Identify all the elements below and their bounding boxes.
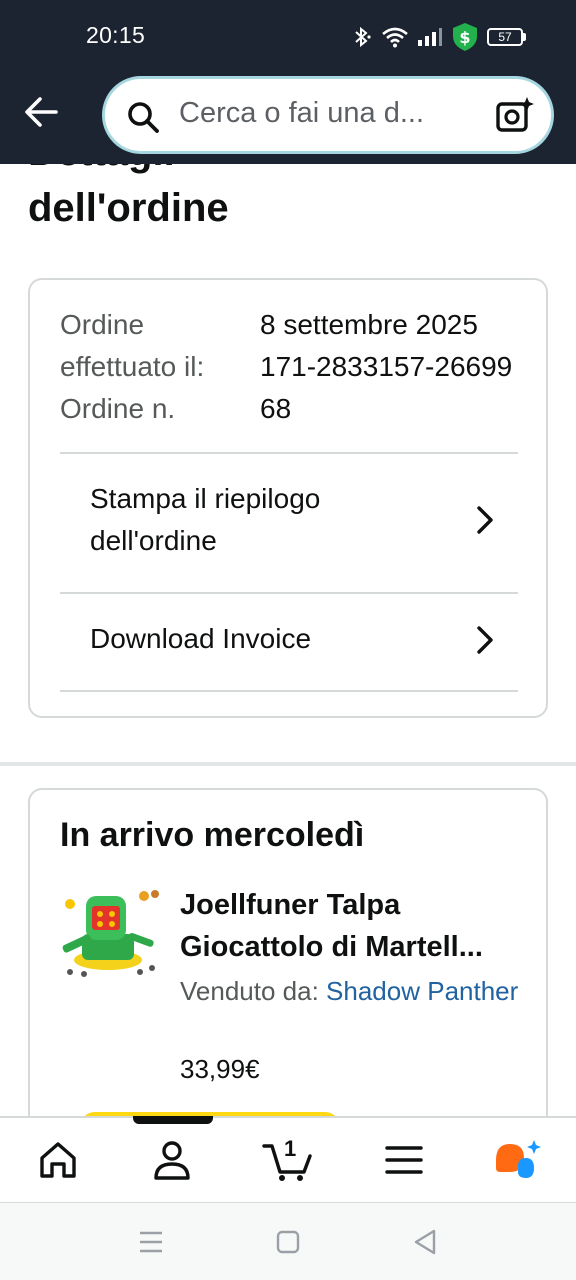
svg-text:$: $	[459, 28, 470, 47]
chevron-right-icon	[477, 506, 493, 534]
camera-search-icon[interactable]	[495, 95, 535, 135]
bluetooth-icon	[355, 26, 371, 48]
product-title-line2: Giocattolo di Martell...	[180, 931, 483, 963]
battery-level: 57	[487, 28, 523, 46]
product-image[interactable]	[60, 882, 160, 982]
order-info-labels: Ordine effettuato il: Ordine n.	[60, 304, 250, 430]
chevron-right-icon	[477, 626, 493, 654]
seller-label: Venduto da:	[180, 976, 319, 1006]
back-arrow-icon[interactable]	[22, 92, 62, 132]
home-button-icon[interactable]	[276, 1227, 300, 1257]
order-date-label: Ordine effettuato il:	[60, 309, 205, 382]
menu-icon[interactable]	[382, 1138, 426, 1182]
order-date-value: 8 settembre 2025	[260, 309, 478, 340]
status-bar: 20:15 $ 57	[0, 0, 576, 72]
page-title-line2: dell'ordine	[28, 186, 229, 230]
product-title[interactable]: Joellfuner Talpa Giocattolo di Martell..…	[180, 884, 520, 968]
search-bar[interactable]: Cerca o fai una d...	[102, 76, 554, 154]
download-invoice-label: Download Invoice	[90, 623, 312, 654]
back-button-icon[interactable]	[412, 1227, 438, 1257]
system-nav-bar	[0, 1202, 576, 1280]
clock: 20:15	[86, 22, 146, 48]
seller-link[interactable]: Shadow Panther	[326, 976, 518, 1006]
seller-info: Venduto da: Shadow Panther	[180, 970, 520, 1012]
divider	[60, 690, 518, 692]
search-input[interactable]: Cerca o fai una d...	[179, 97, 469, 130]
search-icon[interactable]	[125, 99, 161, 135]
product-title-line1: Joellfuner Talpa	[180, 889, 401, 921]
status-icons: $ 57	[351, 22, 526, 52]
section-separator	[0, 762, 576, 766]
page-title-line1: Dettagli	[28, 164, 548, 180]
home-icon[interactable]	[36, 1138, 80, 1182]
account-icon[interactable]	[150, 1138, 194, 1182]
app-header: Cerca o fai una d...	[0, 72, 576, 164]
order-info-card: Ordine effettuato il: Ordine n. 8 settem…	[28, 278, 548, 718]
wifi-icon	[382, 27, 408, 48]
order-number-value: 171-2833157-2669968	[260, 351, 513, 424]
bottom-nav: 1	[0, 1116, 576, 1202]
cart-count: 1	[284, 1136, 297, 1161]
arrival-heading: In arrivo mercoledì	[60, 816, 365, 854]
page-title: Dettagli dell'ordine	[28, 164, 548, 236]
recent-apps-icon[interactable]	[138, 1227, 164, 1257]
print-summary-label: Stampa il riepilogo dell'ordine	[90, 483, 321, 556]
order-number-label: Ordine n.	[60, 393, 176, 424]
product-price: 33,99€	[180, 1054, 260, 1084]
shipment-card: In arrivo mercoledì Joellfuner Talpa Gio…	[28, 788, 548, 1116]
download-invoice-link[interactable]: Download Invoice	[30, 594, 546, 690]
order-info-values: 8 settembre 2025 171-2833157-2669968	[260, 304, 520, 430]
shield-dollar-icon: $	[453, 23, 477, 51]
assistant-icon[interactable]	[492, 1138, 542, 1182]
print-summary-link[interactable]: Stampa il riepilogo dell'ordine	[30, 454, 546, 592]
signal-icon	[418, 28, 442, 46]
order-details-content[interactable]: Dettagli dell'ordine Ordine effettuato i…	[0, 164, 576, 1116]
active-tab-indicator	[133, 1116, 213, 1124]
battery-icon: 57	[487, 28, 526, 46]
